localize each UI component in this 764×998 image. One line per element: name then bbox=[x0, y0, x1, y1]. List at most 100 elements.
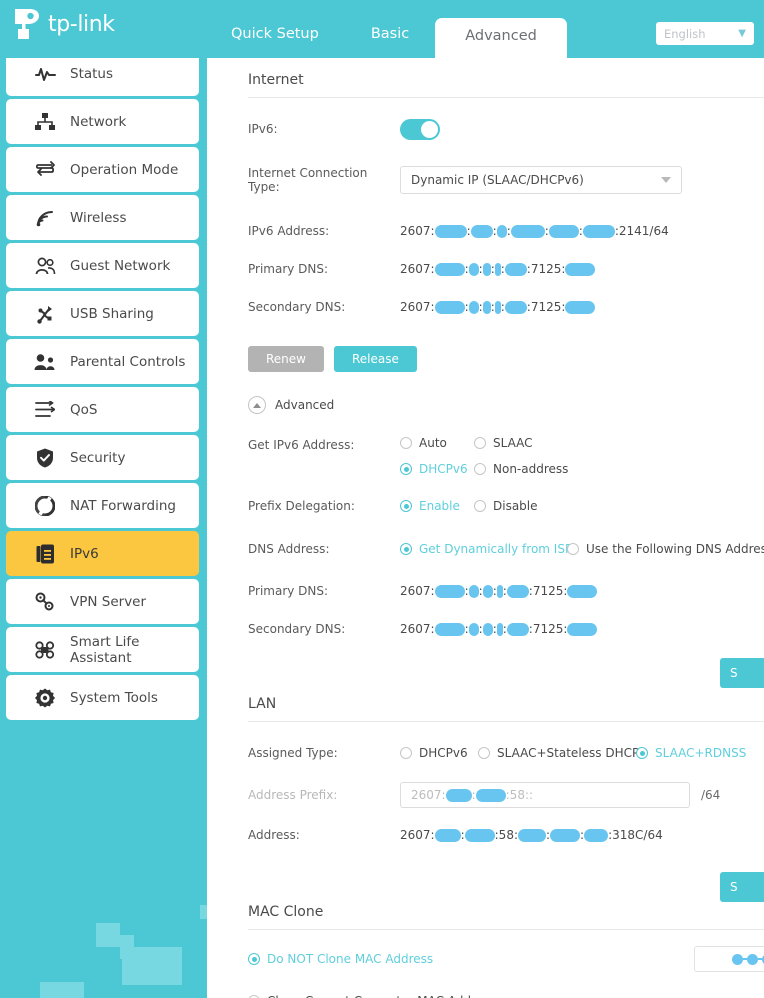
address-prefix-input[interactable]: 2607: : :58:: bbox=[400, 782, 690, 808]
sidebar-item-parental-controls[interactable]: Parental Controls bbox=[6, 339, 199, 384]
radio-dot bbox=[400, 543, 412, 555]
get-ipv6-radio-row-1: Auto SLAAC bbox=[400, 436, 590, 450]
radio-assigned-type-slaac-rdnss[interactable]: SLAAC+RDNSS bbox=[636, 746, 746, 760]
radio-dot bbox=[474, 500, 486, 512]
sidebar-item-ipv6[interactable]: IPv6 bbox=[6, 531, 199, 576]
radio-get-ipv6-non-address[interactable]: Non-address bbox=[474, 462, 568, 476]
lan-address-value: 2607: : :58: : : :318C/64 bbox=[400, 828, 663, 842]
ipv6-toggle-switch[interactable] bbox=[400, 118, 440, 140]
radio-label: DHCPv6 bbox=[419, 746, 468, 760]
usb-icon bbox=[34, 303, 56, 325]
ipv6-address-value: 2607: : : : : : :2141/64 bbox=[400, 224, 669, 238]
sidebar-item-vpn-server[interactable]: VPN Server bbox=[6, 579, 199, 624]
redaction-blob bbox=[468, 622, 479, 636]
tab-quick-setup[interactable]: Quick Setup bbox=[205, 26, 345, 58]
radio-dot bbox=[248, 953, 260, 965]
address-prefix-end: :58:: bbox=[505, 788, 534, 802]
sidebar-item-wireless[interactable]: Wireless bbox=[6, 195, 199, 240]
radio-dot bbox=[474, 463, 486, 475]
row-secondary-dns: Secondary DNS: 2607: : : : : :7125: bbox=[207, 294, 764, 320]
prefix-delegation-radio-group: Enable Disable bbox=[400, 499, 560, 513]
radio-label: Clone Current Computer MAC Address bbox=[267, 994, 496, 998]
parent-child-icon bbox=[34, 351, 56, 373]
gear-icon bbox=[34, 687, 56, 709]
address-prefix-value: 2607: : :58:: bbox=[411, 788, 534, 802]
sidebar-item-label: Security bbox=[70, 449, 126, 466]
divider-lan bbox=[248, 721, 764, 722]
radio-label: Auto bbox=[419, 436, 447, 450]
link-chain-icon bbox=[34, 591, 56, 613]
language-selector[interactable]: English ▼ bbox=[656, 22, 754, 45]
address-prefix-start: 2607: bbox=[411, 788, 446, 802]
decorative-square-4 bbox=[40, 982, 84, 998]
redaction-blob bbox=[468, 584, 479, 598]
redaction-blob bbox=[584, 828, 609, 842]
redaction-blob bbox=[464, 828, 495, 842]
radio-assigned-type-slaac-stateless[interactable]: SLAAC+Stateless DHCP bbox=[478, 746, 639, 760]
redaction-blob bbox=[434, 622, 465, 636]
sidebar-item-smart-life-assistant[interactable]: Smart Life Assistant bbox=[6, 627, 199, 672]
lan-address-prefix: 2607: bbox=[400, 828, 435, 842]
sidebar-item-guest-network[interactable]: Guest Network bbox=[6, 243, 199, 288]
redaction-blob bbox=[518, 828, 546, 842]
secondary-dns-prefix: 2607: bbox=[400, 300, 435, 314]
redaction-blob bbox=[567, 584, 598, 598]
tab-basic[interactable]: Basic bbox=[345, 26, 435, 58]
row-ipv6-address: IPv6 Address: 2607: : : : : : :2141/64 bbox=[207, 218, 764, 244]
sidebar-item-operation-mode[interactable]: Operation Mode bbox=[6, 147, 199, 192]
radio-assigned-type-dhcpv6[interactable]: DHCPv6 bbox=[400, 746, 478, 760]
row-mac-clone-current: Clone Current Computer MAC Address bbox=[207, 988, 764, 998]
radio-dot bbox=[567, 543, 579, 555]
redaction-dot bbox=[731, 953, 743, 965]
redaction-blob bbox=[434, 300, 465, 314]
chevron-up-circle-icon bbox=[248, 396, 266, 414]
radio-clone-current-computer-mac[interactable]: Clone Current Computer MAC Address bbox=[248, 994, 496, 998]
mac-address-input[interactable] bbox=[694, 946, 764, 972]
sidebar-nav: Status Network Operation Mode Wireless G… bbox=[0, 50, 207, 998]
sidebar-item-usb-sharing[interactable]: USB Sharing bbox=[6, 291, 199, 336]
get-ipv6-radio-row-2: DHCPv6 Non-address bbox=[400, 462, 590, 476]
save-button-internet[interactable]: S bbox=[720, 658, 764, 688]
save-button-lan[interactable]: S bbox=[720, 872, 764, 902]
radio-label: SLAAC+RDNSS bbox=[655, 746, 747, 760]
radio-prefix-delegation-disable[interactable]: Disable bbox=[474, 499, 538, 513]
ipv6-address-prefix: 2607: bbox=[400, 224, 435, 238]
radio-get-ipv6-slaac[interactable]: SLAAC bbox=[474, 436, 533, 450]
sidebar-item-network[interactable]: Network bbox=[6, 99, 199, 144]
radio-get-ipv6-dhcpv6[interactable]: DHCPv6 bbox=[400, 462, 474, 476]
sidebar-item-security[interactable]: Security bbox=[6, 435, 199, 480]
internet-connection-type-select[interactable]: Dynamic IP (SLAAC/DHCPv6) bbox=[400, 166, 682, 194]
document-minus-icon bbox=[34, 543, 56, 565]
radio-label: Disable bbox=[493, 499, 538, 513]
radio-do-not-clone-mac[interactable]: Do NOT Clone MAC Address bbox=[248, 952, 433, 966]
sidebar-item-qos[interactable]: QoS bbox=[6, 387, 199, 432]
sidebar-item-label: Operation Mode bbox=[70, 161, 179, 178]
label-secondary-dns: Secondary DNS: bbox=[248, 300, 346, 314]
network-tree-icon bbox=[34, 111, 56, 133]
tab-advanced[interactable]: Advanced bbox=[435, 18, 567, 58]
label-assigned-type: Assigned Type: bbox=[248, 746, 338, 760]
radio-label: Use the Following DNS Addresses bbox=[586, 542, 764, 556]
redaction-blob bbox=[550, 828, 581, 842]
sidebar-item-nat-forwarding[interactable]: NAT Forwarding bbox=[6, 483, 199, 528]
refresh-circle-icon bbox=[34, 495, 56, 517]
advanced-section-toggle[interactable]: Advanced bbox=[207, 396, 764, 414]
dns-address-radio-group: Get Dynamically from ISP Use the Followi… bbox=[400, 542, 764, 556]
radio-dns-get-dynamically[interactable]: Get Dynamically from ISP bbox=[400, 542, 572, 556]
sidebar-item-label: System Tools bbox=[70, 689, 158, 706]
renew-button[interactable]: Renew bbox=[248, 346, 324, 372]
top-nav-tabs: Quick Setup Basic Advanced bbox=[205, 0, 567, 58]
sidebar-item-label: Guest Network bbox=[70, 257, 171, 274]
row-primary-dns: Primary DNS: 2607: : : : : :7125: bbox=[207, 256, 764, 282]
label-advanced-secondary-dns: Secondary DNS: bbox=[248, 622, 346, 636]
radio-dot bbox=[400, 437, 412, 449]
tp-link-logo: tp-link bbox=[14, 8, 115, 40]
radio-get-ipv6-auto[interactable]: Auto bbox=[400, 436, 474, 450]
sidebar-item-label: NAT Forwarding bbox=[70, 497, 176, 514]
release-button[interactable]: Release bbox=[333, 346, 417, 372]
redaction-blob bbox=[565, 262, 596, 276]
sidebar-item-system-tools[interactable]: System Tools bbox=[6, 675, 199, 720]
label-internet-connection-type: Internet Connection Type: bbox=[248, 166, 368, 194]
radio-dns-use-following[interactable]: Use the Following DNS Addresses bbox=[567, 542, 764, 556]
radio-prefix-delegation-enable[interactable]: Enable bbox=[400, 499, 474, 513]
